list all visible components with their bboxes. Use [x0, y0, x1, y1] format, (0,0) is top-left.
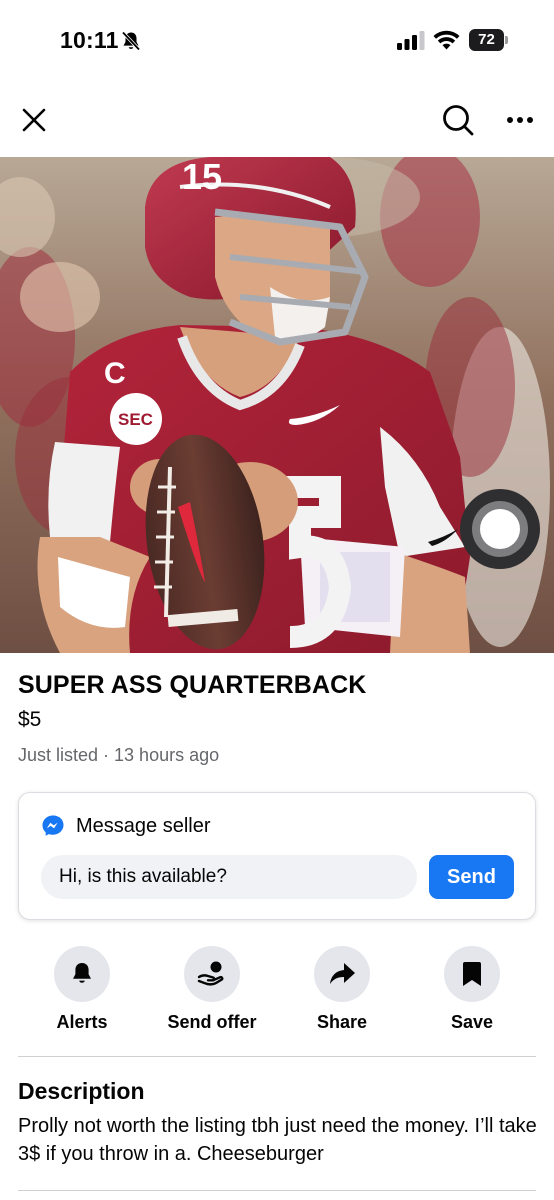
send-offer-button[interactable] [184, 946, 240, 1002]
bookmark-icon [463, 962, 481, 986]
send-offer-action[interactable]: Send offer [152, 944, 272, 1040]
message-input[interactable] [41, 855, 417, 899]
message-seller-header: Message seller [41, 813, 211, 839]
top-nav [0, 92, 554, 148]
save-action[interactable]: Save [412, 944, 532, 1040]
svg-text:15: 15 [182, 157, 222, 197]
share-label: Share [316, 1012, 368, 1032]
section-divider [18, 1056, 536, 1057]
quarterback-photo: 15 C SEC [0, 157, 554, 653]
search-icon [443, 105, 474, 136]
svg-text:C: C [104, 357, 126, 390]
alerts-button[interactable] [54, 946, 110, 1002]
search-button[interactable] [434, 92, 482, 148]
share-button[interactable] [314, 946, 370, 1002]
description-body: Prolly not worth the listing tbh just ne… [18, 1115, 537, 1165]
battery-tip [505, 36, 508, 44]
send-offer-label: Send offer [167, 1012, 257, 1032]
listing-photo[interactable]: 15 C SEC [0, 157, 554, 653]
save-button[interactable] [444, 946, 500, 1002]
bell-icon [73, 963, 91, 983]
messenger-icon [42, 815, 64, 836]
message-seller-label: Message seller [76, 814, 211, 837]
section-divider-bottom [18, 1190, 536, 1191]
cellular-signal-icon [397, 31, 425, 50]
battery-indicator: 72 [469, 29, 509, 51]
action-row: Alerts Send offer Share Save [0, 944, 554, 1040]
wifi-icon [433, 30, 460, 50]
share-action[interactable]: Share [282, 944, 402, 1040]
bell-off-icon [121, 31, 141, 51]
listing-price: $5 [18, 708, 42, 731]
listing-meta: Just listed · 13 hours ago [18, 745, 220, 765]
status-time: 10:11 [60, 27, 119, 53]
offer-icon [197, 961, 224, 986]
send-button[interactable]: Send [429, 855, 514, 899]
save-label: Save [450, 1012, 494, 1032]
more-icon [507, 117, 533, 123]
close-button[interactable] [10, 92, 58, 148]
listing-title: SUPER ASS QUARTERBACK [18, 671, 367, 699]
alerts-action[interactable]: Alerts [22, 944, 142, 1040]
message-seller-card: Message seller Send [18, 792, 536, 920]
alerts-label: Alerts [56, 1012, 108, 1032]
more-options-button[interactable] [496, 92, 544, 148]
photo-nav-control[interactable] [459, 488, 541, 570]
description-heading: Description [18, 1078, 145, 1104]
close-icon [22, 108, 46, 132]
battery-level: 72 [478, 31, 495, 48]
share-icon [330, 963, 355, 984]
status-bar: 10:11 72 [0, 0, 554, 84]
svg-text:SEC: SEC [118, 410, 153, 429]
